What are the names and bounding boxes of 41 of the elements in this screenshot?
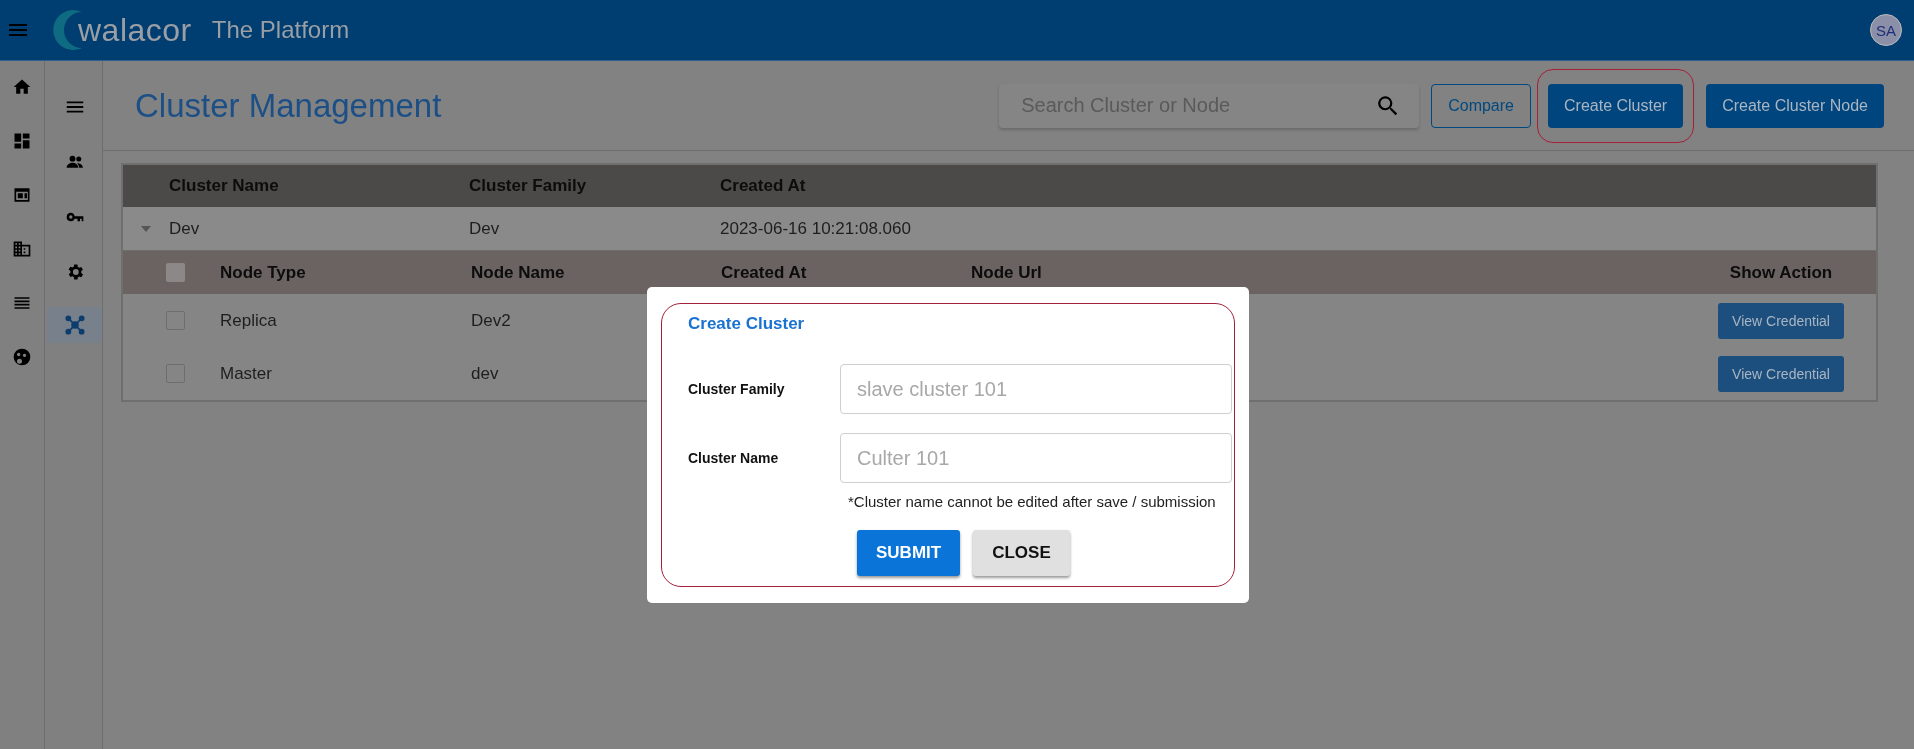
hint-text: *Cluster name cannot be edited after save / submission [848, 493, 1217, 510]
view-credential-button[interactable]: View Credential [1718, 355, 1844, 392]
browser-window-icon [12, 185, 32, 205]
network-nodes-icon [64, 315, 85, 335]
globe-icon [12, 347, 32, 367]
table-cell-text: Dev [169, 218, 201, 239]
table-cell: 2023-06-16 10:21:08.060 [720, 218, 911, 239]
table-cell: Dev2 [471, 310, 511, 330]
column-header: Node Type [220, 262, 306, 282]
field-label: Cluster Name [688, 450, 780, 466]
column-header: Cluster Name [169, 176, 280, 196]
dialog-title: Create Cluster [688, 314, 806, 334]
column-header: Show Action [1729, 262, 1833, 283]
column-header: Node Name [471, 262, 565, 282]
toolbar-button[interactable]: Compare [1431, 83, 1531, 128]
dialog-button[interactable]: CLOSE [973, 530, 1070, 576]
field-label: Cluster Family [688, 381, 786, 397]
app-title: The Platform [211, 16, 350, 44]
table-cell-text: Dev [469, 218, 501, 239]
home-icon [12, 77, 32, 97]
sidebar-item[interactable] [47, 307, 102, 343]
table-cell: Replica [220, 310, 277, 330]
dashboard-icon [12, 131, 32, 151]
page-title: Cluster Management [135, 86, 442, 125]
checkbox[interactable] [166, 263, 185, 282]
caret-icon[interactable] [140, 224, 152, 233]
user-avatar[interactable]: SA [1870, 14, 1902, 46]
column-header: Cluster Family [469, 176, 588, 196]
view-credential-button[interactable]: View Credential [1718, 302, 1844, 339]
table-cell: Master [220, 363, 272, 383]
dialog-button[interactable]: SUBMIT [857, 530, 961, 576]
table-cell: dev [471, 363, 499, 383]
toolbar-button[interactable]: Create Cluster Node [1706, 83, 1884, 128]
column-header: Node Url [971, 262, 1042, 282]
column-header: Created At [720, 176, 806, 196]
logo-text: walacor [78, 11, 192, 49]
building-icon [12, 239, 32, 259]
input-field[interactable]: slave cluster 101 [840, 364, 1232, 414]
input-field[interactable]: Culter 101 [840, 433, 1232, 483]
toolbar-button[interactable]: Create Cluster [1548, 83, 1684, 128]
column-header: Created At [721, 262, 807, 282]
